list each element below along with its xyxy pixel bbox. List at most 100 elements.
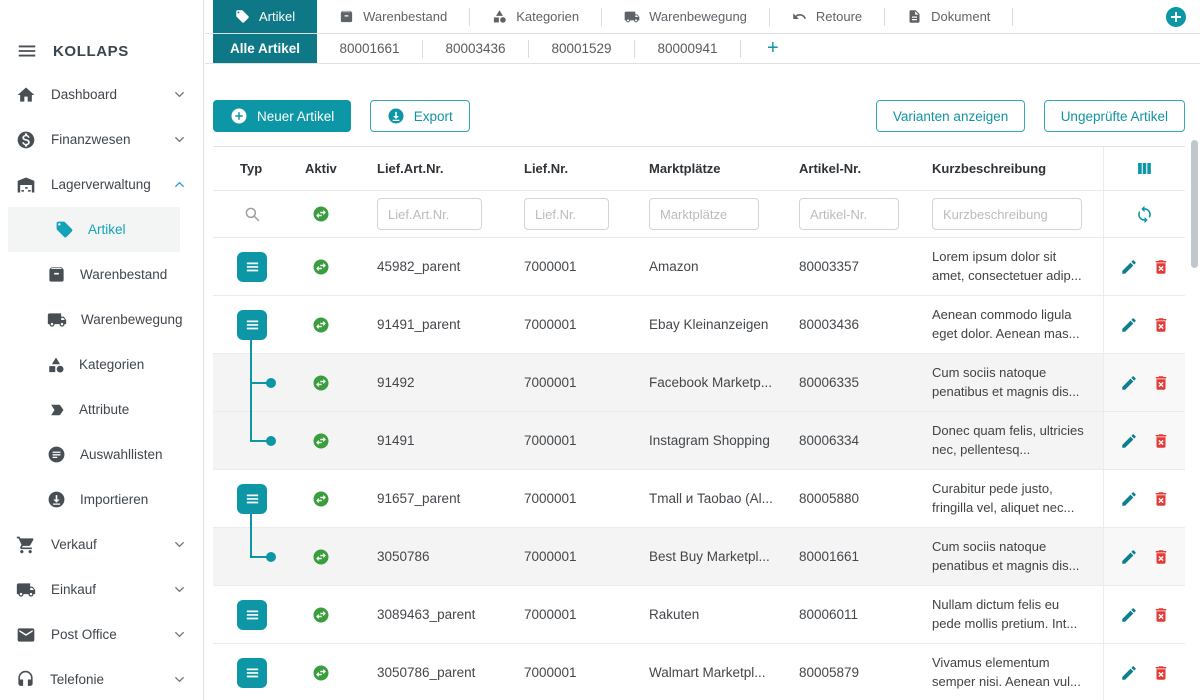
article-type-button[interactable]	[237, 310, 267, 340]
table-row[interactable]: 91492 7000001 Facebook Marketp... 800063…	[213, 354, 1185, 412]
table-row[interactable]: 3050786 7000001 Best Buy Marketpl... 800…	[213, 528, 1185, 586]
tab-kategorien[interactable]: Kategorien	[470, 0, 601, 33]
col-header-marktplaetze[interactable]: Marktplätze	[629, 161, 779, 176]
subtab-article[interactable]: 80001529	[529, 34, 634, 63]
list-icon	[244, 607, 261, 624]
category-icon	[47, 356, 65, 374]
add-tab-button[interactable]	[1164, 5, 1188, 29]
delete-icon[interactable]	[1152, 548, 1170, 566]
delete-icon[interactable]	[1152, 490, 1170, 508]
edit-icon[interactable]	[1120, 606, 1138, 624]
edit-icon[interactable]	[1120, 374, 1138, 392]
hierarchy-dot	[266, 378, 276, 388]
unchecked-articles-button[interactable]: Ungeprüfte Artikel	[1044, 100, 1185, 132]
sidebar-item-artikel[interactable]: Artikel	[8, 207, 180, 252]
table-row[interactable]: 3050786_parent 7000001 Walmart Marketpl.…	[213, 644, 1185, 700]
col-header-kurzbeschreibung[interactable]: Kurzbeschreibung	[912, 161, 1103, 176]
search-icon[interactable]	[243, 205, 261, 223]
subtab-article[interactable]: 80003436	[423, 34, 528, 63]
sidebar-item-einkauf[interactable]: Einkauf	[0, 567, 203, 612]
delete-icon[interactable]	[1152, 432, 1170, 450]
sidebar-item-label: Warenbestand	[80, 267, 167, 282]
chevron-up-icon	[172, 177, 187, 192]
table-row[interactable]: 91657_parent 7000001 Tmall и Taobao (Al.…	[213, 470, 1185, 528]
edit-icon[interactable]	[1120, 316, 1138, 334]
warehouse-icon	[16, 175, 36, 195]
show-variants-button[interactable]: Varianten anzeigen	[876, 100, 1025, 132]
article-type-button[interactable]	[237, 252, 267, 282]
cell-kurzbeschreibung: Donec quam felis, ultricies nec, pellent…	[912, 422, 1103, 460]
sidebar-item-verkauf[interactable]: Verkauf	[0, 522, 203, 567]
sidebar-item-warenbewegung[interactable]: Warenbewegung	[0, 297, 203, 342]
col-header-lief-art-nr[interactable]: Lief.Art.Nr.	[357, 161, 504, 176]
sidebar-item-importieren[interactable]: Importieren	[0, 477, 203, 522]
sidebar-item-dashboard[interactable]: Dashboard	[0, 72, 203, 117]
sidebar-item-telefonie[interactable]: Telefonie	[0, 657, 203, 700]
export-download-icon	[387, 107, 405, 125]
filter-artikel-nr-input[interactable]	[799, 198, 899, 230]
article-type-button[interactable]	[237, 658, 267, 688]
tab-dokument[interactable]: Dokument	[885, 0, 1012, 33]
edit-icon[interactable]	[1120, 548, 1138, 566]
tab-label: Dokument	[931, 9, 990, 24]
filter-marktplaetze-input[interactable]	[649, 198, 759, 230]
delete-icon[interactable]	[1152, 316, 1170, 334]
cell-artikel-nr: 80001661	[779, 549, 912, 564]
subtab-alle-artikel[interactable]: Alle Artikel	[213, 34, 317, 63]
delete-icon[interactable]	[1152, 664, 1170, 682]
tab-retoure[interactable]: Retoure	[770, 0, 884, 33]
cell-lief-art-nr: 91491	[357, 433, 504, 448]
filter-kurzbeschreibung-input[interactable]	[932, 198, 1082, 230]
active-filter-toggle-icon[interactable]	[312, 205, 330, 223]
col-header-lief-nr[interactable]: Lief.Nr.	[504, 161, 629, 176]
edit-icon[interactable]	[1120, 490, 1138, 508]
table-row[interactable]: 91491 7000001 Instagram Shopping 8000633…	[213, 412, 1185, 470]
sidebar-item-finanzwesen[interactable]: Finanzwesen	[0, 117, 203, 162]
article-type-button[interactable]	[237, 484, 267, 514]
articles-table: Typ Aktiv Lief.Art.Nr. Lief.Nr. Marktplä…	[213, 146, 1185, 700]
cell-lief-art-nr: 3089463_parent	[357, 607, 504, 622]
module-tab-bar: Artikel Warenbestand Kategorien Warenbew…	[205, 0, 1200, 34]
sidebar-item-lagerverwaltung[interactable]: Lagerverwaltung	[0, 162, 203, 207]
col-header-artikel-nr[interactable]: Artikel-Nr.	[779, 161, 912, 176]
tab-warenbestand[interactable]: Warenbestand	[317, 0, 469, 33]
tab-warenbewegung[interactable]: Warenbewegung	[602, 0, 769, 33]
sidebar-item-post-office[interactable]: Post Office	[0, 612, 203, 657]
cell-kurzbeschreibung: Curabitur pede justo, fringilla vel, ali…	[912, 480, 1103, 518]
hamburger-menu-icon[interactable]	[16, 40, 38, 62]
subtab-article[interactable]: 80000941	[635, 34, 740, 63]
delete-icon[interactable]	[1152, 374, 1170, 392]
sidebar-item-attribute[interactable]: Attribute	[0, 387, 203, 432]
filter-lief-nr-input[interactable]	[524, 198, 609, 230]
return-arrow-icon	[792, 9, 807, 24]
sidebar-item-warenbestand[interactable]: Warenbestand	[0, 252, 203, 297]
refresh-icon[interactable]	[1135, 205, 1154, 224]
sidebar-item-kategorien[interactable]: Kategorien	[0, 342, 203, 387]
delete-icon[interactable]	[1152, 258, 1170, 276]
new-article-button[interactable]: Neuer Artikel	[213, 100, 351, 132]
add-article-tab-button[interactable]: +	[767, 34, 779, 63]
tab-artikel[interactable]: Artikel	[213, 0, 317, 33]
sidebar-item-auswahllisten[interactable]: Auswahllisten	[0, 432, 203, 477]
table-row[interactable]: 45982_parent 7000001 Amazon 80003357 Lor…	[213, 238, 1185, 296]
export-button[interactable]: Export	[370, 100, 470, 132]
filter-lief-art-nr-input[interactable]	[377, 198, 482, 230]
cell-marktplatz: Amazon	[629, 259, 779, 274]
cell-lief-art-nr: 3050786_parent	[357, 665, 504, 680]
col-header-typ[interactable]: Typ	[213, 161, 285, 176]
column-settings-icon[interactable]	[1135, 159, 1154, 178]
vertical-scrollbar[interactable]	[1191, 140, 1198, 268]
article-type-button[interactable]	[237, 600, 267, 630]
col-header-aktiv[interactable]: Aktiv	[285, 161, 357, 176]
edit-icon[interactable]	[1120, 432, 1138, 450]
delete-icon[interactable]	[1152, 606, 1170, 624]
table-row[interactable]: 91491_parent 7000001 Ebay Kleinanzeigen …	[213, 296, 1185, 354]
tab-label: Artikel	[259, 9, 295, 24]
chevron-down-icon	[172, 87, 187, 102]
edit-icon[interactable]	[1120, 258, 1138, 276]
download-circle-icon	[47, 490, 66, 509]
subtab-article[interactable]: 80001661	[317, 34, 422, 63]
subtab-divider	[740, 40, 741, 58]
table-row[interactable]: 3089463_parent 7000001 Rakuten 80006011 …	[213, 586, 1185, 644]
edit-icon[interactable]	[1120, 664, 1138, 682]
